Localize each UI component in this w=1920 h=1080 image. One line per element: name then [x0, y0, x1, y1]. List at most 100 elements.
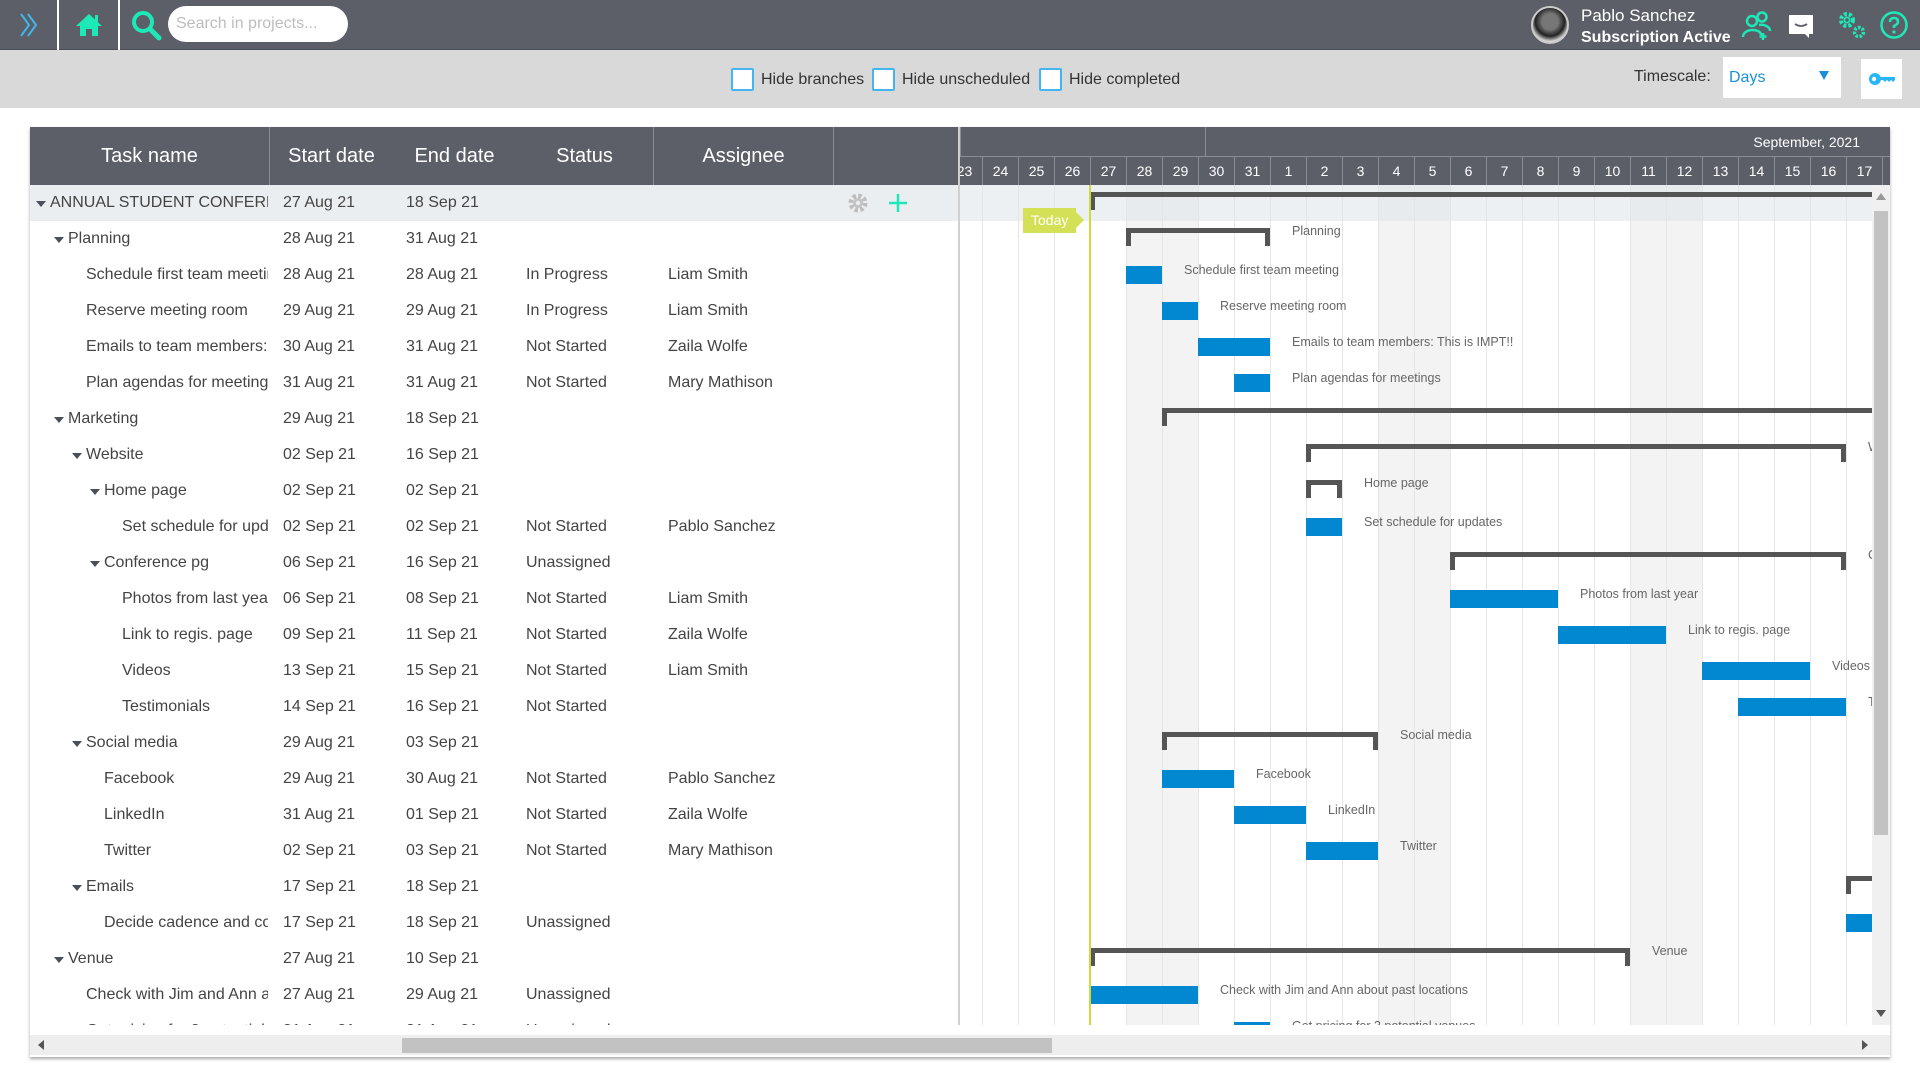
summary-bar[interactable] [1306, 444, 1846, 462]
scroll-left-icon[interactable] [38, 1040, 44, 1050]
assignee-cell [668, 725, 828, 761]
task-bar[interactable] [1162, 302, 1198, 320]
vertical-scroll-thumb[interactable] [1874, 211, 1888, 835]
task-bar[interactable] [1306, 842, 1378, 860]
task-bar-label: Emails to team members: This is IMPT!! [1292, 335, 1514, 349]
task-bar[interactable] [1450, 590, 1558, 608]
collapse-caret-icon[interactable] [54, 237, 64, 243]
summary-bar[interactable] [1450, 552, 1846, 570]
timescale-select[interactable]: Days [1723, 57, 1841, 98]
checkbox-box[interactable] [1039, 68, 1062, 91]
task-bar[interactable] [1738, 698, 1846, 716]
task-bar[interactable] [1126, 266, 1162, 284]
search-input[interactable] [168, 6, 348, 42]
task-bar[interactable] [1558, 626, 1666, 644]
scroll-up-icon[interactable] [1876, 193, 1886, 200]
task-bar[interactable] [1090, 986, 1198, 1004]
summary-bar[interactable] [1162, 732, 1378, 750]
collapse-caret-icon[interactable] [90, 561, 100, 567]
task-bar[interactable] [1198, 338, 1270, 356]
column-header-task-name[interactable]: Task name [30, 127, 270, 185]
horizontal-scrollbar[interactable] [30, 1035, 1890, 1055]
collapse-caret-icon[interactable] [54, 417, 64, 423]
task-group-row[interactable]: Emails 17 Sep 21 18 Sep 21 [30, 869, 958, 905]
column-header-status[interactable]: Status [516, 127, 654, 185]
start-date-cell: 13 Sep 21 [283, 662, 356, 679]
search-button[interactable] [128, 0, 164, 50]
hide-branches-checkbox[interactable]: Hide branches [731, 68, 864, 91]
task-bar[interactable] [1234, 1022, 1270, 1025]
task-row[interactable]: Twitter 02 Sep 21 03 Sep 21 Not Started Mary… [30, 833, 958, 869]
checkbox-box[interactable] [872, 68, 895, 91]
task-row[interactable]: Facebook 29 Aug 21 30 Aug 21 Not Started Pab… [30, 761, 958, 797]
home-button[interactable] [59, 0, 118, 50]
column-header-assignee[interactable]: Assignee [654, 127, 834, 185]
task-row[interactable]: Get pricing for 3 potential venues 31 Aug… [30, 1013, 958, 1025]
summary-bar[interactable] [1090, 192, 1890, 210]
scroll-right-icon[interactable] [1862, 1040, 1868, 1050]
help-button[interactable] [1878, 0, 1910, 50]
avatar[interactable] [1531, 6, 1569, 44]
collapse-caret-icon[interactable] [90, 489, 100, 495]
task-name-cell: Photos from last year [122, 590, 268, 607]
summary-bar[interactable] [1306, 480, 1342, 498]
collapse-caret-icon[interactable] [36, 201, 46, 207]
vertical-scrollbar[interactable] [1872, 185, 1890, 1025]
messages-button[interactable] [1786, 0, 1816, 50]
task-bar[interactable] [1702, 662, 1810, 680]
task-row[interactable]: Photos from last year 06 Sep 21 08 Sep 21 N… [30, 581, 958, 617]
summary-bar[interactable] [1126, 228, 1270, 246]
task-group-row[interactable]: Marketing 29 Aug 21 18 Sep 21 [30, 401, 958, 437]
task-row[interactable]: Reserve meeting room 29 Aug 21 29 Aug 21 In… [30, 293, 958, 329]
key-button[interactable] [1861, 59, 1902, 99]
collapse-caret-icon[interactable] [72, 885, 82, 891]
task-row[interactable]: Decide cadence and content 17 Sep 21 18 Se… [30, 905, 958, 941]
collapse-caret-icon[interactable] [54, 957, 64, 963]
day-header: 5 [1414, 157, 1450, 185]
task-row[interactable]: Testimonials 14 Sep 21 16 Sep 21 Not Starte… [30, 689, 958, 725]
task-row[interactable]: Emails to team members: This is IMPT!! 30… [30, 329, 958, 365]
task-group-row[interactable]: ANNUAL STUDENT CONFERENCE 27 Aug 21 18 Sep… [30, 185, 958, 221]
add-task-button[interactable] [888, 193, 908, 218]
task-group-row[interactable]: Planning 28 Aug 21 31 Aug 21 [30, 221, 958, 257]
start-date-cell: 09 Sep 21 [283, 626, 356, 643]
settings-button[interactable] [1836, 0, 1868, 50]
top-bar: Pablo Sanchez Subscription Active [0, 0, 1920, 50]
task-row[interactable]: Set schedule for updates 02 Sep 21 02 Sep … [30, 509, 958, 545]
collapse-caret-icon[interactable] [72, 741, 82, 747]
task-group-row[interactable]: Website 02 Sep 21 16 Sep 21 [30, 437, 958, 473]
summary-bar[interactable] [1162, 408, 1890, 426]
day-column [1414, 185, 1450, 1025]
day-column [1090, 185, 1126, 1025]
task-group-row[interactable]: Social media 29 Aug 21 03 Sep 21 [30, 725, 958, 761]
row-settings-button[interactable] [847, 192, 869, 219]
day-header: 29 [1162, 157, 1198, 185]
task-name-cell: Venue [68, 950, 114, 967]
status-cell [526, 437, 646, 473]
task-group-row[interactable]: Conference pg 06 Sep 21 16 Sep 21 Unassigne… [30, 545, 958, 581]
collapse-caret-icon[interactable] [72, 453, 82, 459]
task-group-row[interactable]: Home page 02 Sep 21 02 Sep 21 [30, 473, 958, 509]
scroll-down-icon[interactable] [1876, 1010, 1886, 1017]
task-bar[interactable] [1234, 806, 1306, 824]
task-row[interactable]: Plan agendas for meetings 31 Aug 21 31 Aug… [30, 365, 958, 401]
hide-completed-checkbox[interactable]: Hide completed [1039, 68, 1180, 91]
summary-bar[interactable] [1090, 948, 1630, 966]
expand-sidebar-button[interactable] [0, 0, 57, 50]
task-row[interactable]: Videos 13 Sep 21 15 Sep 21 Not Started Liam … [30, 653, 958, 689]
hide-unscheduled-checkbox[interactable]: Hide unscheduled [872, 68, 1030, 91]
column-header-end-date[interactable]: End date [393, 127, 516, 185]
add-user-button[interactable] [1740, 0, 1774, 50]
task-bar-label: Videos [1832, 659, 1870, 673]
task-bar[interactable] [1162, 770, 1234, 788]
task-bar[interactable] [1234, 374, 1270, 392]
task-row[interactable]: Link to regis. page 09 Sep 21 11 Sep 21 Not… [30, 617, 958, 653]
task-group-row[interactable]: Venue 27 Aug 21 10 Sep 21 [30, 941, 958, 977]
checkbox-box[interactable] [731, 68, 754, 91]
task-row[interactable]: Schedule first team meeting 28 Aug 21 28 A… [30, 257, 958, 293]
task-bar[interactable] [1306, 518, 1342, 536]
column-header-start-date[interactable]: Start date [270, 127, 393, 185]
task-row[interactable]: Check with Jim and Ann about past locati… [30, 977, 958, 1013]
task-row[interactable]: LinkedIn 31 Aug 21 01 Sep 21 Not Started Zai… [30, 797, 958, 833]
horizontal-scroll-thumb[interactable] [402, 1038, 1052, 1053]
